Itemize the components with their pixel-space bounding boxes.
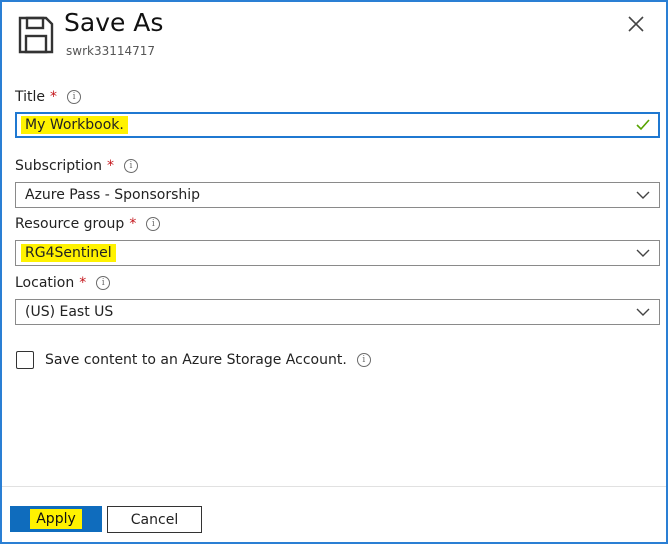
- info-icon[interactable]: i: [356, 353, 371, 367]
- location-value: (US) East US: [25, 304, 114, 320]
- location-dropdown[interactable]: (US) East US: [15, 299, 660, 325]
- save-as-dialog: Save As swrk33114717 Title * i My Workbo…: [0, 0, 668, 544]
- location-label-text: Location: [15, 275, 75, 291]
- checkmark-icon: [636, 119, 650, 131]
- resource-group-label-text: Resource group: [15, 216, 125, 232]
- info-icon[interactable]: i: [124, 159, 138, 173]
- title-label-text: Title: [15, 89, 46, 105]
- resource-group-highlight: RG4Sentinel: [21, 244, 116, 262]
- apply-button-label: Apply: [30, 509, 82, 529]
- footer-divider: [2, 486, 666, 487]
- required-asterisk: *: [79, 275, 87, 291]
- chevron-down-icon: [636, 249, 650, 257]
- location-label: Location * i: [15, 275, 111, 291]
- storage-account-option: Save content to an Azure Storage Account…: [16, 351, 371, 369]
- title-input-value: My Workbook.: [21, 116, 128, 134]
- required-asterisk: *: [50, 89, 58, 105]
- info-icon[interactable]: i: [67, 90, 82, 104]
- subscription-label-text: Subscription: [15, 158, 102, 174]
- cancel-button[interactable]: Cancel: [107, 506, 202, 533]
- floppy-disk-icon: [18, 16, 54, 54]
- required-asterisk: *: [107, 158, 114, 174]
- info-icon[interactable]: i: [146, 217, 161, 231]
- dialog-title: Save As: [64, 8, 164, 37]
- subscription-label: Subscription * i: [15, 158, 138, 174]
- apply-button[interactable]: Apply: [10, 506, 102, 532]
- storage-account-checkbox[interactable]: [16, 351, 34, 369]
- title-input-highlight: My Workbook.: [21, 116, 128, 134]
- resource-group-label: Resource group * i: [15, 216, 161, 232]
- subscription-value: Azure Pass - Sponsorship: [25, 187, 201, 203]
- chevron-down-icon: [636, 191, 650, 199]
- subscription-dropdown[interactable]: Azure Pass - Sponsorship: [15, 182, 660, 208]
- storage-account-label: Save content to an Azure Storage Account…: [45, 352, 347, 368]
- chevron-down-icon: [636, 308, 650, 316]
- close-icon[interactable]: [626, 14, 646, 34]
- info-icon[interactable]: i: [96, 276, 111, 290]
- resource-group-dropdown[interactable]: RG4Sentinel: [15, 240, 660, 266]
- dialog-subtitle: swrk33114717: [66, 44, 156, 58]
- resource-group-value: RG4Sentinel: [21, 244, 116, 262]
- title-label: Title * i: [15, 89, 82, 105]
- required-asterisk: *: [129, 216, 137, 232]
- title-input[interactable]: My Workbook.: [15, 112, 660, 138]
